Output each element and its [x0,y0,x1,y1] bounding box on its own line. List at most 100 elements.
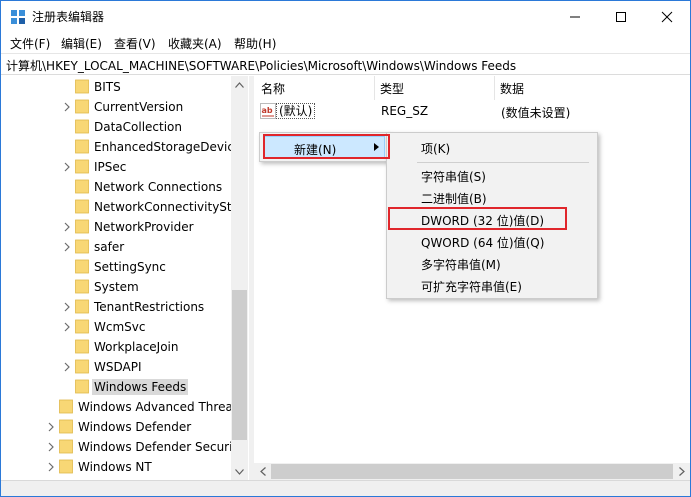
scroll-left-button[interactable] [254,463,271,480]
tree-item[interactable]: Windows Advanced Threat Protection [2,397,231,417]
close-icon [661,11,673,22]
tree-item[interactable]: NetworkConnectivityStatusIndicator [2,197,231,217]
tree-item-label: TenantRestrictions [94,300,205,314]
maximize-button[interactable] [598,1,644,32]
value-row[interactable]: ab (默认) REG_SZ (数值未设置) [254,101,690,121]
expand-chevron-icon[interactable] [62,221,72,233]
value-name[interactable]: (默认) [276,103,316,119]
submenu-item-binary-label: 二进制值(B) [421,192,487,206]
tree-item[interactable]: Windows NT [2,457,231,477]
tree-item[interactable]: BITS [2,77,231,97]
tree-item[interactable]: Windows Feeds [2,377,231,397]
submenu-item-string[interactable]: 字符串值(S) [390,164,594,186]
tree-item[interactable]: WorkplaceJoin [2,337,231,357]
expand-chevron-icon[interactable] [62,101,72,113]
values-horizontal-scrollbar[interactable] [254,463,690,480]
tree-item-label: NetworkConnectivityStatusIndicator [94,200,231,214]
column-divider[interactable] [494,76,495,100]
expand-chevron-icon[interactable] [62,361,72,373]
maximize-icon [616,11,626,22]
column-header-type[interactable]: 类型 [380,80,404,97]
folder-icon [75,299,89,314]
scroll-up-button[interactable] [231,76,248,93]
menu-bar: 文件(F) 编辑(E) 查看(V) 收藏夹(A) 帮助(H) [1,32,690,53]
column-divider[interactable] [374,76,375,100]
tree-item-label: WorkplaceJoin [94,340,179,354]
folder-icon [75,199,89,214]
folder-icon [75,99,89,114]
tree-item-label: Windows NT [78,460,152,474]
submenu-item-expandable-string[interactable]: 可扩充字符串值(E) [390,274,594,296]
folder-icon [75,239,89,254]
menu-view[interactable]: 查看(V) [114,35,156,52]
submenu-item-qword[interactable]: QWORD (64 位)值(Q) [390,230,594,252]
tree-item[interactable]: WcmSvc [2,317,231,337]
tree-item-label: Windows Defender [78,420,192,434]
tree-item[interactable]: System [2,277,231,297]
expand-chevron-icon[interactable] [62,301,72,313]
submenu-item-binary[interactable]: 二进制值(B) [390,186,594,208]
status-bar [1,480,690,496]
expand-chevron-icon[interactable] [62,321,72,333]
scrollbar-thumb[interactable] [271,464,673,479]
tree-vertical-scrollbar[interactable] [231,76,248,480]
expand-chevron-icon[interactable] [62,161,72,173]
scroll-right-button[interactable] [673,463,690,480]
tree-item-label: DataCollection [94,120,183,134]
tree-item[interactable]: CurrentVersion [2,97,231,117]
scrollbar-thumb[interactable] [232,290,247,440]
address-path[interactable]: 计算机\HKEY_LOCAL_MACHINE\SOFTWARE\Policies… [6,57,516,74]
folder-icon [75,219,89,234]
tree-item-label: System [94,280,139,294]
tree-item[interactable]: Network Connections [2,177,231,197]
tree-item-label: WcmSvc [94,320,146,334]
folder-icon [75,339,89,354]
folder-icon [75,359,89,374]
expand-chevron-icon[interactable] [46,421,56,433]
tree-item[interactable]: SettingSync [2,257,231,277]
submenu-item-expandable-string-label: 可扩充字符串值(E) [421,280,522,294]
close-button[interactable] [644,1,690,32]
title-bar: 注册表编辑器 [1,1,690,32]
column-header-data[interactable]: 数据 [500,80,524,97]
expand-chevron-icon[interactable] [62,241,72,253]
registry-editor-icon [11,10,25,24]
tree-item[interactable]: Windows Defender [2,417,231,437]
column-header-name[interactable]: 名称 [261,80,285,97]
tree-item-label: EnhancedStorageDevices [94,140,231,154]
tree-item[interactable]: EnhancedStorageDevices [2,137,231,157]
tree-item[interactable]: safer [2,237,231,257]
tree-item[interactable]: Windows Defender Security Center [2,437,231,457]
menu-favorites[interactable]: 收藏夹(A) [168,35,222,52]
expand-chevron-icon[interactable] [46,461,56,473]
tree-item[interactable]: IPSec [2,157,231,177]
chevron-down-icon [235,468,244,475]
tree-item[interactable]: TenantRestrictions [2,297,231,317]
tree-item-label: NetworkProvider [94,220,194,234]
folder-icon [75,259,89,274]
tree-item-label: CurrentVersion [94,100,184,114]
tree-item[interactable]: NetworkProvider [2,217,231,237]
menu-separator [417,162,589,163]
minimize-icon [570,16,580,17]
tree-item-label: SettingSync [94,260,166,274]
tree-item[interactable]: WSDAPI [2,357,231,377]
submenu-item-string-label: 字符串值(S) [421,170,486,184]
tree-item-label: Network Connections [94,180,223,194]
menu-help[interactable]: 帮助(H) [234,35,276,52]
tree-item[interactable]: DataCollection [2,117,231,137]
minimize-button[interactable] [552,1,598,32]
submenu-item-multi-string[interactable]: 多字符串值(M) [390,252,594,274]
scroll-down-button[interactable] [231,463,248,480]
folder-icon [75,139,89,154]
tree-item-label: Windows Defender Security Center [78,440,231,454]
menu-file[interactable]: 文件(F) [10,35,50,52]
expand-chevron-icon[interactable] [46,441,56,453]
highlight-new-annotation [263,134,390,159]
folder-icon [59,419,73,434]
submenu-item-key[interactable]: 项(K) [390,136,594,158]
window-title: 注册表编辑器 [32,10,105,24]
menu-edit[interactable]: 编辑(E) [61,35,102,52]
address-bar[interactable]: 计算机\HKEY_LOCAL_MACHINE\SOFTWARE\Policies… [1,53,690,75]
folder-icon [75,119,89,134]
